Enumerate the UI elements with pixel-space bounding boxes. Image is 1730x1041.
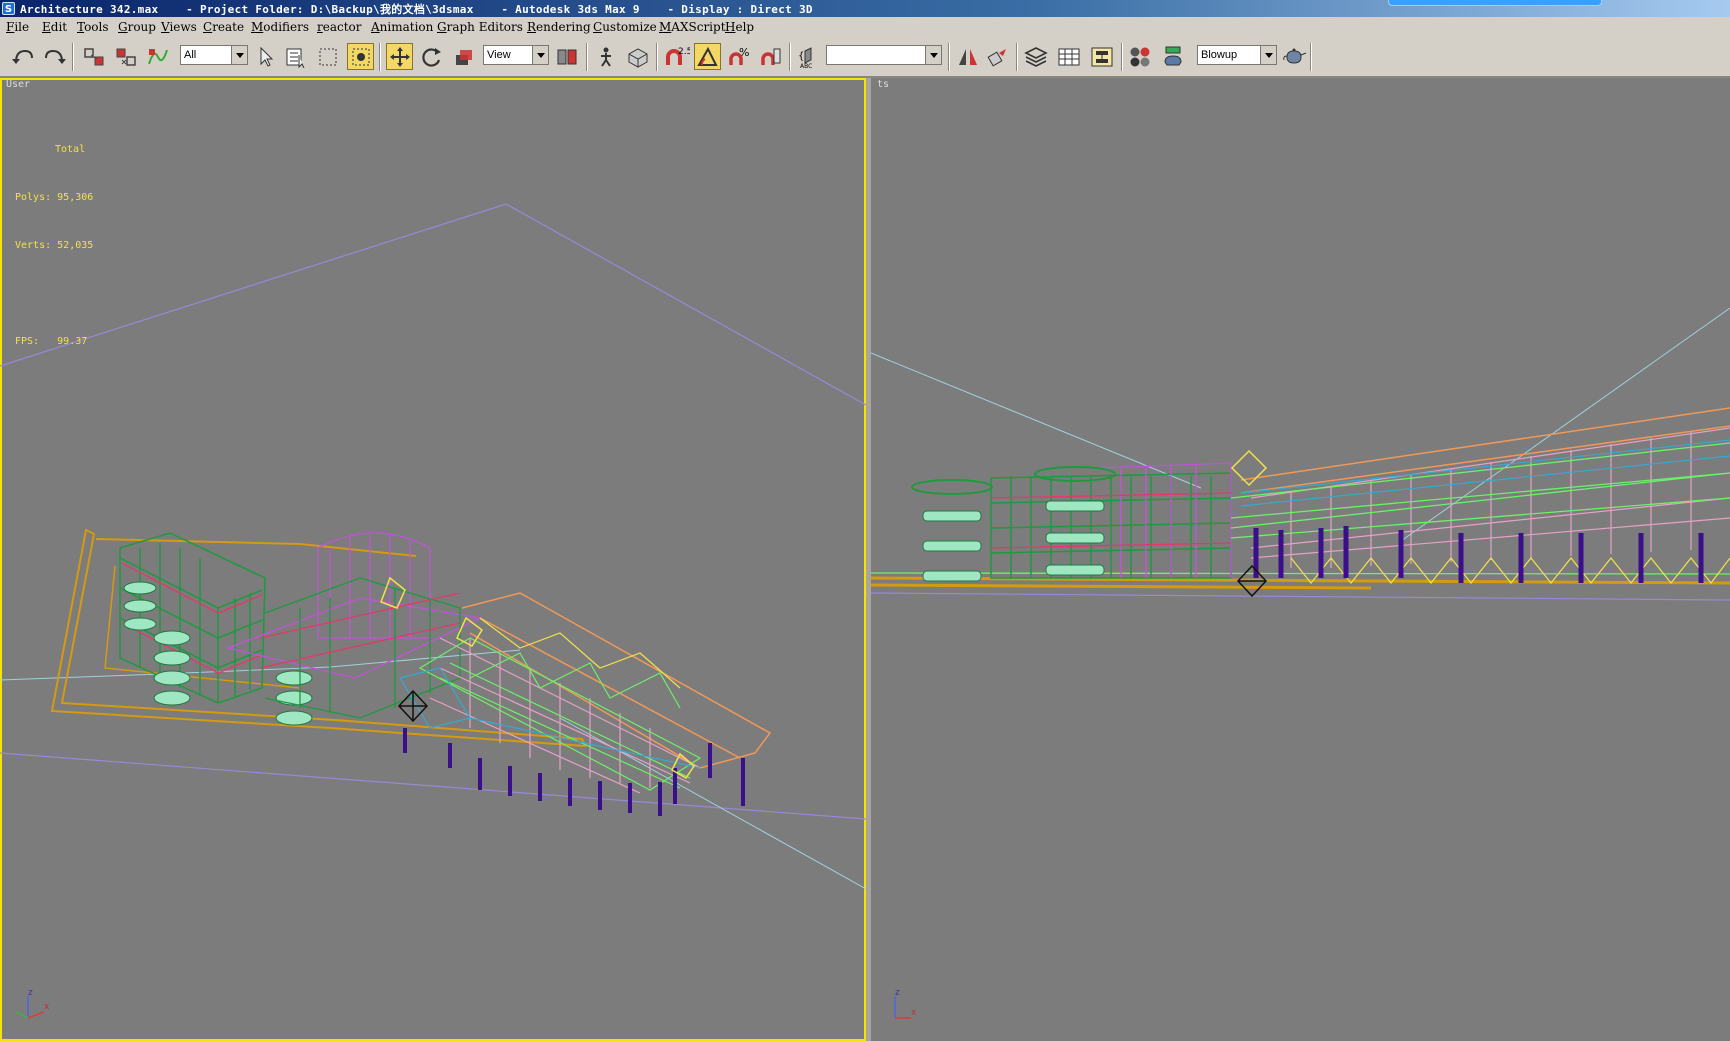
select-by-name-icon[interactable] xyxy=(282,43,309,70)
main-toolbar: All View 2.5 % {ABC Blowup xyxy=(0,37,1730,78)
fps-value: 99.37 xyxy=(57,336,88,347)
selection-filter-value: All xyxy=(184,49,197,61)
chevron-down-icon[interactable] xyxy=(231,46,247,64)
select-and-move-icon[interactable] xyxy=(386,43,413,70)
axis-z-label: z xyxy=(895,988,900,998)
render-preset-value: Blowup xyxy=(1201,49,1238,61)
select-and-manipulate-icon[interactable] xyxy=(592,43,619,70)
select-and-link-icon[interactable] xyxy=(80,43,107,70)
menu-rendering[interactable]: Rendering xyxy=(527,20,591,34)
chevron-down-icon[interactable] xyxy=(532,46,548,64)
menu-file[interactable]: File xyxy=(6,20,29,34)
menu-modifiers[interactable]: Modifiers xyxy=(251,20,309,34)
schematic-view-icon[interactable] xyxy=(1088,43,1115,70)
render-preset-dropdown[interactable]: Blowup xyxy=(1197,45,1277,65)
verts-value: 52,035 xyxy=(57,240,94,251)
region-select-icon[interactable] xyxy=(314,43,341,70)
svg-text:{: { xyxy=(798,51,804,62)
reference-coordinate-dropdown[interactable]: View xyxy=(483,45,549,65)
spinner-snap-toggle-icon[interactable] xyxy=(757,43,784,70)
named-selection-sets-dropdown[interactable] xyxy=(826,45,942,65)
window-controls[interactable] xyxy=(1388,0,1602,6)
redo-icon[interactable] xyxy=(40,43,67,70)
axis-tripod: z x xyxy=(12,988,52,1024)
menu-group[interactable]: Group xyxy=(118,20,156,34)
use-pivot-point-center-icon[interactable] xyxy=(553,43,580,70)
polys-value: 95,306 xyxy=(57,192,94,203)
window-title: Architecture 342.max - Project Folder: D… xyxy=(20,3,813,16)
chevron-down-icon[interactable] xyxy=(1260,46,1276,64)
axis-x-label: x xyxy=(44,1002,50,1012)
material-editor-icon[interactable] xyxy=(1126,43,1153,70)
selection-filter-dropdown[interactable]: All xyxy=(180,45,248,65)
menu-views[interactable]: Views xyxy=(161,20,197,34)
svg-text:ABC: ABC xyxy=(800,63,812,69)
percent-snap-toggle-icon[interactable]: % xyxy=(725,43,752,70)
menu-maxscript[interactable]: MAXScript xyxy=(659,20,726,34)
viewport-user[interactable]: User Total Polys: 95,306 Verts: 52,035 F… xyxy=(0,78,866,1041)
menu-customize[interactable]: Customize xyxy=(593,20,657,34)
viewport-secondary[interactable]: ts z x xyxy=(871,78,1730,1041)
viewport-statistics: Total Polys: 95,306 Verts: 52,035 FPS: 9… xyxy=(15,110,93,382)
render-scene-dialog-icon[interactable] xyxy=(1159,43,1186,70)
keyboard-shortcut-override-icon[interactable] xyxy=(624,43,651,70)
scene-wireframe-perspective xyxy=(0,203,866,890)
axis-x-label: x xyxy=(911,1008,917,1018)
angle-snap-toggle-icon[interactable] xyxy=(694,43,721,70)
menu-help[interactable]: Help xyxy=(725,20,754,34)
menu-tools[interactable]: Tools xyxy=(77,20,109,34)
app-icon[interactable]: S xyxy=(2,2,15,15)
window-crossing-icon[interactable] xyxy=(347,43,374,70)
menu-graph-editors[interactable]: Graph Editors xyxy=(437,20,523,34)
menu-edit[interactable]: Edit xyxy=(42,20,67,34)
polys-label: Polys: xyxy=(15,192,52,203)
mirror-icon[interactable] xyxy=(954,43,981,70)
snaps-toggle-icon[interactable]: 2.5 xyxy=(663,43,690,70)
menu-create[interactable]: Create xyxy=(203,20,244,34)
select-object-icon[interactable] xyxy=(252,43,279,70)
verts-label: Verts: xyxy=(15,240,52,251)
layer-manager-icon[interactable] xyxy=(1022,43,1049,70)
select-and-scale-icon[interactable] xyxy=(450,43,477,70)
title-bar: S Architecture 342.max - Project Folder:… xyxy=(0,0,1730,17)
fps-label: FPS: xyxy=(15,336,40,347)
edit-named-selection-icon[interactable]: {ABC xyxy=(794,43,821,70)
menu-bar: File Edit Tools Group Views Create Modif… xyxy=(0,17,1730,38)
chevron-down-icon[interactable] xyxy=(925,46,941,64)
menu-animation[interactable]: Animation xyxy=(371,20,433,34)
bind-to-space-warp-icon[interactable] xyxy=(144,43,171,70)
menu-reactor[interactable]: reactor xyxy=(317,20,362,34)
axis-z-label: z xyxy=(28,988,33,998)
quick-render-teapot-icon[interactable] xyxy=(1280,43,1307,70)
select-and-rotate-icon[interactable] xyxy=(418,43,445,70)
viewport-label[interactable]: ts xyxy=(877,79,889,90)
camera-helper[interactable] xyxy=(1236,564,1268,598)
undo-icon[interactable] xyxy=(10,43,37,70)
viewport-label[interactable]: User xyxy=(6,79,30,90)
snap-value-text: 2.5 xyxy=(678,47,690,57)
align-icon[interactable] xyxy=(984,43,1011,70)
reference-coordinate-value: View xyxy=(487,49,511,61)
svg-text:%: % xyxy=(739,46,749,59)
axis-tripod: z x xyxy=(879,988,919,1024)
scene-wireframe-side xyxy=(871,307,1730,601)
unlink-selection-icon[interactable] xyxy=(112,43,139,70)
stats-heading: Total xyxy=(55,144,86,155)
curve-editor-icon[interactable] xyxy=(1055,43,1082,70)
